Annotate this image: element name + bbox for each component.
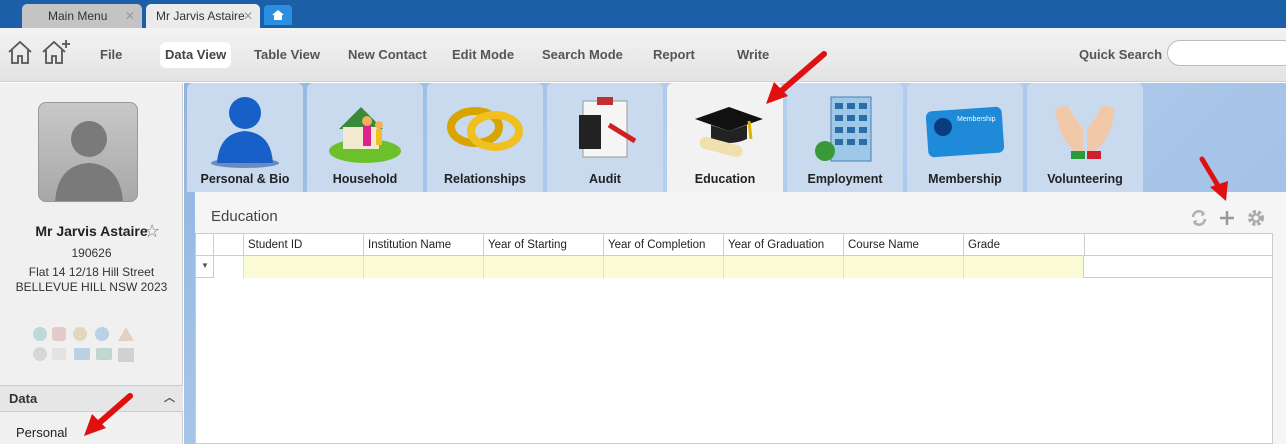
toolbar-table-view[interactable]: Table View: [249, 42, 325, 68]
column-header[interactable]: Year of Completion: [603, 234, 723, 256]
column-header[interactable]: Course Name: [843, 234, 963, 256]
toolbar-edit-mode[interactable]: Edit Mode: [447, 42, 519, 68]
education-panel: Education Student ID Institution Name Ye…: [195, 192, 1286, 444]
module-tab-label: Household: [332, 172, 398, 186]
clipboard-icon: [579, 97, 637, 158]
nav-item-personal[interactable]: Personal: [16, 425, 67, 440]
module-tab-label: Audit: [589, 172, 621, 186]
household-icon: [329, 107, 401, 163]
grid-header: Student ID Institution Name Year of Star…: [196, 234, 1272, 256]
membership-card-icon: Membership: [925, 106, 1005, 158]
window-tab-label: Mr Jarvis Astaire: [156, 9, 245, 23]
module-tab-label: Volunteering: [1047, 172, 1123, 186]
filter-cell[interactable]: [603, 256, 723, 278]
star-icon[interactable]: ☆: [144, 221, 160, 242]
avatar[interactable]: [38, 102, 138, 202]
module-tab-personal-bio[interactable]: Personal & Bio: [187, 83, 303, 192]
filter-cell[interactable]: [963, 256, 1084, 278]
gear-icon[interactable]: [1246, 208, 1266, 228]
graduation-cap-icon: [695, 107, 763, 158]
filter-row: ▼: [196, 256, 1272, 278]
toolbar-file[interactable]: File: [95, 42, 127, 68]
quick-search-input[interactable]: [1167, 40, 1286, 66]
annotation-arrow-icon: [766, 51, 827, 104]
filter-cell[interactable]: [483, 256, 603, 278]
annotation-arrow-icon: [1199, 156, 1228, 201]
window-tab-main-menu[interactable]: Main Menu ✕: [22, 4, 142, 28]
column-header[interactable]: Year of Starting: [483, 234, 603, 256]
module-tab-volunteering[interactable]: Volunteering: [1027, 83, 1143, 192]
rings-icon: [447, 107, 523, 151]
toolbar-data-view[interactable]: Data View: [160, 42, 232, 68]
data-section-label: Data: [9, 391, 38, 406]
panel-title: Education: [211, 208, 278, 225]
close-icon[interactable]: ✕: [243, 4, 253, 28]
person-icon: [211, 97, 279, 168]
module-tab-audit[interactable]: Audit: [547, 83, 663, 192]
add-icon[interactable]: [1217, 208, 1237, 228]
membership-card-text: Membership: [957, 116, 996, 123]
add-home-icon[interactable]: [40, 38, 72, 66]
module-tab-household[interactable]: Household: [307, 83, 423, 192]
filter-cell-blank: [213, 256, 243, 278]
home-icon: [272, 10, 284, 20]
person-silhouette-icon: [55, 121, 123, 201]
toolbar-search-mode[interactable]: Search Mode: [537, 42, 628, 68]
new-tab-button[interactable]: [264, 5, 292, 25]
window-tab-contact[interactable]: Mr Jarvis Astaire ✕: [146, 4, 260, 28]
column-header-empty: [1084, 234, 1273, 256]
filter-cell[interactable]: [363, 256, 483, 278]
module-tab-label: Relationships: [444, 172, 526, 186]
main-toolbar: File Data View Table View New Contact Ed…: [0, 28, 1286, 82]
filter-icon[interactable]: ▼: [201, 261, 209, 270]
module-tab-label: Education: [694, 172, 756, 186]
filter-cell[interactable]: [723, 256, 843, 278]
module-tab-relationships[interactable]: Relationships: [427, 83, 543, 192]
contact-id: 190626: [71, 246, 112, 260]
hands-icon: [1055, 105, 1115, 159]
quick-search-label: Quick Search: [1079, 47, 1163, 62]
module-tab-label: Employment: [807, 172, 883, 186]
filter-cell[interactable]: [243, 256, 363, 278]
toolbar-report[interactable]: Report: [648, 42, 700, 68]
window-tab-bar: Main Menu ✕ Mr Jarvis Astaire ✕: [0, 0, 1286, 28]
close-icon[interactable]: ✕: [125, 4, 135, 28]
column-header[interactable]: Student ID: [243, 234, 363, 256]
module-tab-membership[interactable]: Membership Membership: [907, 83, 1023, 192]
toolbar-new-contact[interactable]: New Contact: [343, 42, 432, 68]
chevron-up-icon[interactable]: ︿: [164, 386, 175, 411]
module-tab-label: Personal & Bio: [200, 172, 290, 186]
refresh-icon[interactable]: [1189, 208, 1209, 228]
row-selector-header: [213, 234, 243, 256]
contact-address-line1: Flat 14 12/18 Hill Street: [28, 265, 155, 279]
filter-cell[interactable]: [843, 256, 963, 278]
column-header[interactable]: Institution Name: [363, 234, 483, 256]
column-header[interactable]: Grade: [963, 234, 1084, 256]
contact-address-line2: BELLEVUE HILL NSW 2023: [15, 280, 168, 294]
module-tab-label: Membership: [928, 172, 1002, 186]
annotation-arrow-icon: [84, 393, 133, 436]
window-tab-label: Main Menu: [48, 9, 108, 23]
column-header[interactable]: Year of Graduation: [723, 234, 843, 256]
education-grid: Student ID Institution Name Year of Star…: [195, 233, 1273, 444]
module-shortcut-icons: [33, 327, 134, 362]
home-icon[interactable]: [6, 38, 34, 66]
